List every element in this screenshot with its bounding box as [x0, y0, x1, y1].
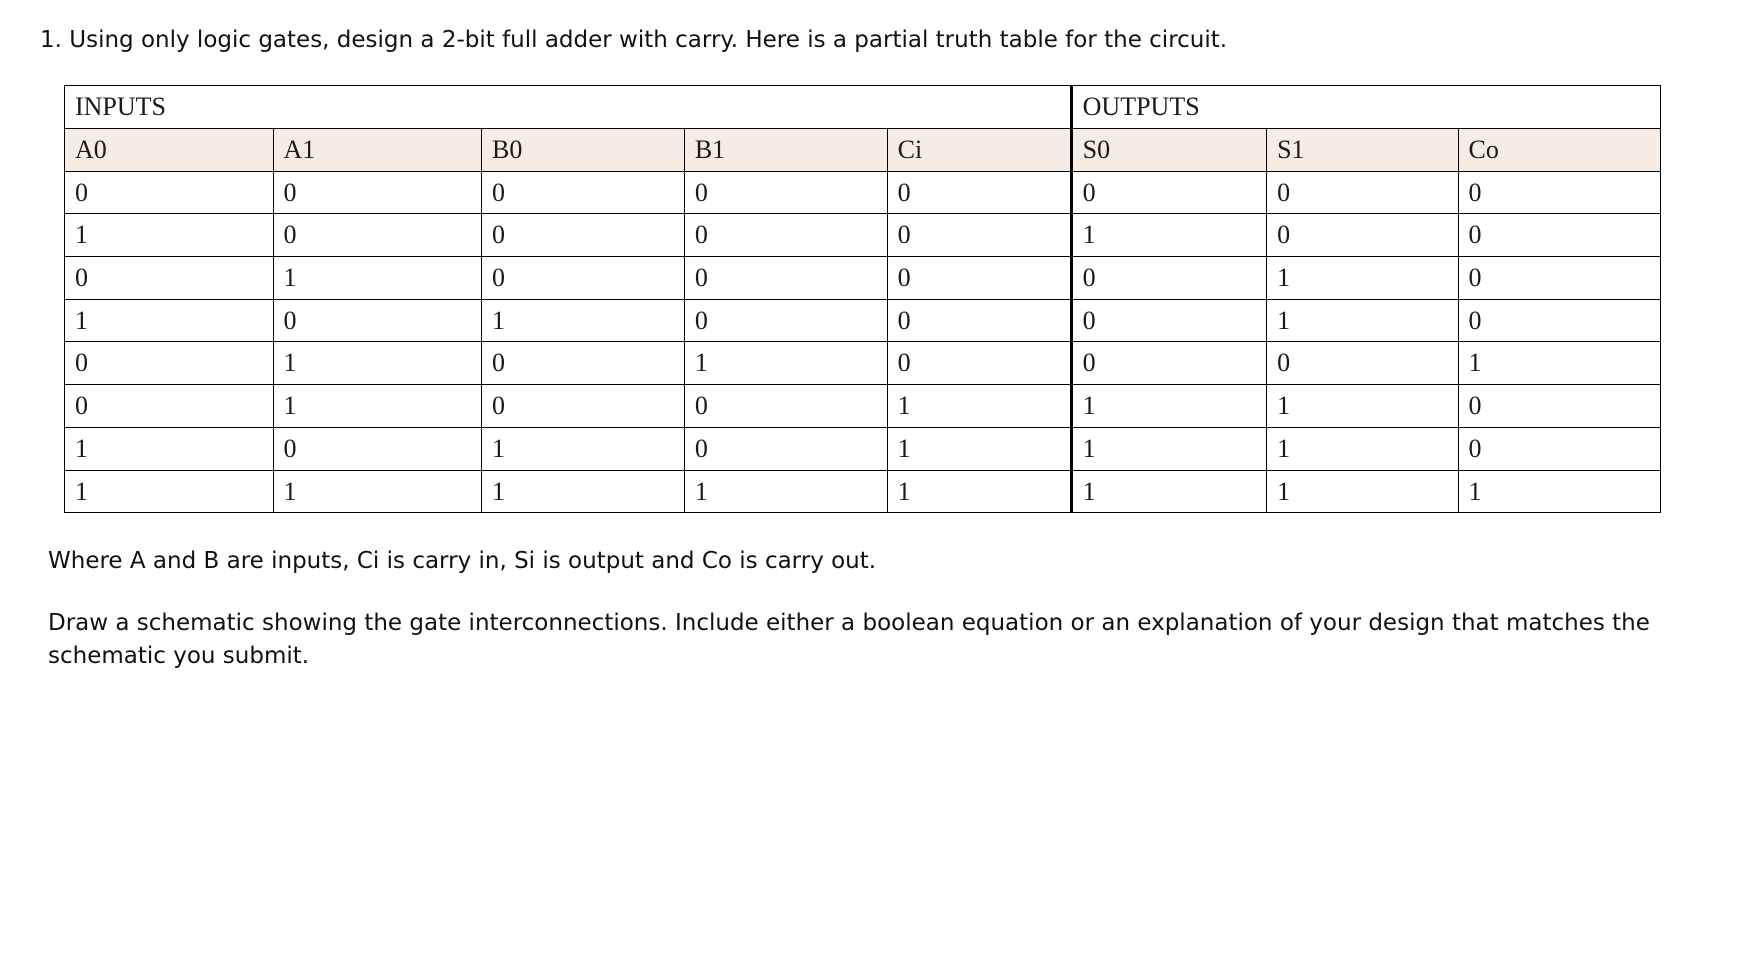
- question-number: 1.: [40, 27, 62, 53]
- cell: 0: [684, 385, 887, 428]
- cell: 0: [887, 342, 1071, 385]
- cell: 0: [273, 171, 482, 214]
- col-Ci: Ci: [887, 129, 1071, 172]
- table-row: 0 1 0 0 0 0 1 0: [65, 257, 1661, 300]
- cell: 1: [65, 470, 274, 513]
- cell: 0: [1267, 214, 1458, 257]
- cell: 0: [887, 171, 1071, 214]
- cell: 1: [1267, 257, 1458, 300]
- cell: 0: [1458, 299, 1661, 342]
- col-S0: S0: [1071, 129, 1266, 172]
- cell: 1: [1267, 385, 1458, 428]
- table-row: 0 0 0 0 0 0 0 0: [65, 171, 1661, 214]
- table-row: 1 0 1 0 1 1 1 0: [65, 427, 1661, 470]
- task-text: Draw a schematic showing the gate interc…: [48, 607, 1704, 674]
- col-A1: A1: [273, 129, 482, 172]
- cell: 0: [887, 214, 1071, 257]
- group-header-row: INPUTS OUTPUTS: [65, 86, 1661, 129]
- cell: 0: [684, 427, 887, 470]
- cell: 0: [273, 214, 482, 257]
- cell: 0: [482, 385, 685, 428]
- cell: 0: [482, 171, 685, 214]
- question-text: Using only logic gates, design a 2-bit f…: [69, 27, 1227, 53]
- cell: 0: [887, 299, 1071, 342]
- cell: 1: [887, 427, 1071, 470]
- cell: 0: [1267, 342, 1458, 385]
- cell: 0: [1267, 171, 1458, 214]
- cell: 1: [273, 470, 482, 513]
- cell: 1: [1267, 470, 1458, 513]
- cell: 0: [482, 342, 685, 385]
- inputs-group-header: INPUTS: [65, 86, 1072, 129]
- table-row: 1 0 0 0 0 1 0 0: [65, 214, 1661, 257]
- col-B0: B0: [482, 129, 685, 172]
- cell: 1: [273, 257, 482, 300]
- cell: 0: [1071, 342, 1266, 385]
- cell: 0: [1458, 214, 1661, 257]
- table-row: 0 1 0 1 0 0 0 1: [65, 342, 1661, 385]
- truth-table: INPUTS OUTPUTS A0 A1 B0 B1 Ci S0 S1 Co 0…: [64, 85, 1661, 513]
- cell: 0: [1458, 385, 1661, 428]
- truth-table-body: 0 0 0 0 0 0 0 0 1 0 0 0 0 1 0 0 0 1: [65, 171, 1661, 513]
- cell: 0: [684, 299, 887, 342]
- cell: 1: [887, 470, 1071, 513]
- cell: 0: [65, 385, 274, 428]
- col-A0: A0: [65, 129, 274, 172]
- cell: 0: [65, 257, 274, 300]
- cell: 1: [65, 299, 274, 342]
- cell: 0: [1071, 257, 1266, 300]
- cell: 1: [482, 470, 685, 513]
- table-row: 1 0 1 0 0 0 1 0: [65, 299, 1661, 342]
- cell: 0: [684, 214, 887, 257]
- cell: 0: [273, 427, 482, 470]
- col-Co: Co: [1458, 129, 1661, 172]
- cell: 0: [65, 171, 274, 214]
- cell: 1: [1071, 470, 1266, 513]
- cell: 0: [887, 257, 1071, 300]
- cell: 1: [65, 214, 274, 257]
- cell: 1: [1267, 427, 1458, 470]
- cell: 1: [684, 470, 887, 513]
- table-row: 1 1 1 1 1 1 1 1: [65, 470, 1661, 513]
- cell: 1: [1071, 427, 1266, 470]
- col-B1: B1: [684, 129, 887, 172]
- question-prompt: 1. Using only logic gates, design a 2-bi…: [40, 24, 1704, 57]
- cell: 0: [684, 171, 887, 214]
- cell: 1: [887, 385, 1071, 428]
- cell: 1: [273, 385, 482, 428]
- cell: 0: [482, 257, 685, 300]
- cell: 1: [1458, 470, 1661, 513]
- cell: 1: [1071, 385, 1266, 428]
- table-row: 0 1 0 0 1 1 1 0: [65, 385, 1661, 428]
- outputs-group-header: OUTPUTS: [1071, 86, 1661, 129]
- cell: 1: [1071, 214, 1266, 257]
- cell: 1: [1458, 342, 1661, 385]
- cell: 1: [684, 342, 887, 385]
- cell: 0: [1458, 257, 1661, 300]
- cell: 0: [1071, 299, 1266, 342]
- cell: 0: [684, 257, 887, 300]
- cell: 1: [482, 299, 685, 342]
- cell: 0: [65, 342, 274, 385]
- legend-text: Where A and B are inputs, Ci is carry in…: [48, 545, 1704, 578]
- document-page: 1. Using only logic gates, design a 2-bi…: [0, 0, 1744, 713]
- cell: 0: [1071, 171, 1266, 214]
- col-S1: S1: [1267, 129, 1458, 172]
- cell: 1: [1267, 299, 1458, 342]
- cell: 1: [273, 342, 482, 385]
- cell: 0: [1458, 171, 1661, 214]
- cell: 0: [482, 214, 685, 257]
- cell: 1: [65, 427, 274, 470]
- column-header-row: A0 A1 B0 B1 Ci S0 S1 Co: [65, 129, 1661, 172]
- cell: 0: [1458, 427, 1661, 470]
- cell: 0: [273, 299, 482, 342]
- cell: 1: [482, 427, 685, 470]
